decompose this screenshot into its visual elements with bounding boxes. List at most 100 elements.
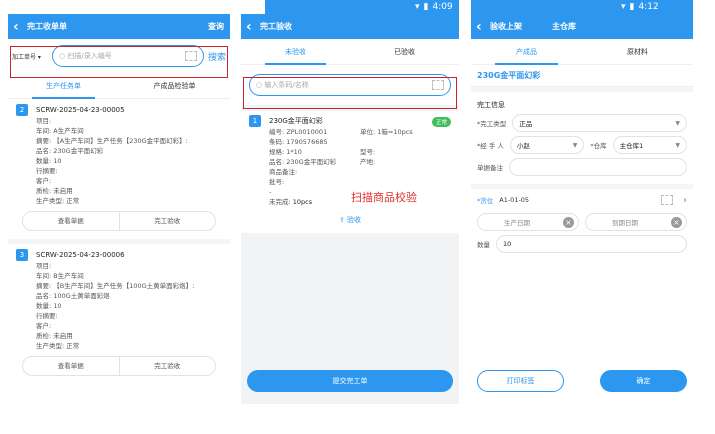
handler-select[interactable]: 小赵 ▼ — [509, 136, 585, 154]
completion-accept-button[interactable]: 完工验收 — [118, 357, 216, 375]
chevron-down-icon: ▼ — [572, 141, 578, 149]
annotation-text: 扫描商品校验 — [351, 191, 417, 204]
line-qty: 数量: 10 — [36, 302, 62, 310]
clear-icon[interactable]: × — [671, 216, 682, 228]
list-item[interactable]: 3 SCRW-2025-04-23-00006 项目: 车间: B生产车间 摘要… — [8, 244, 230, 376]
unfinished-value: 10pcs — [292, 198, 313, 206]
confirm-button[interactable]: 确定 — [600, 370, 687, 392]
card-actions: 查看单据 完工验收 — [22, 356, 216, 376]
view-order-button[interactable]: 查看单据 — [23, 357, 119, 375]
field-label: *经 手 人 — [477, 142, 504, 150]
receive-link[interactable]: ⇪ 验收 — [241, 215, 459, 225]
tab-bar: 未验收 已验收 — [241, 39, 459, 65]
footer-actions: 打印标签 确定 — [477, 370, 687, 392]
unfinished-label: 未完成: — [269, 198, 291, 206]
item-pname: 品名: 230G金平面幻彩 — [269, 158, 337, 166]
row-spec-model: 规格: 1*10 型号: — [249, 147, 451, 157]
panel-receive-shelve: ▾ ▮ 4:12 ‹ 验收上架 主仓库 产成品 原材料 230G金平面幻彩 完工… — [471, 0, 693, 404]
line-project: 项目: — [36, 262, 52, 270]
completion-type-select[interactable]: 正品 ▼ — [512, 114, 687, 132]
warehouse-name: 主仓库 — [552, 22, 576, 31]
wifi-icon: ▾ — [415, 2, 420, 12]
clear-icon[interactable]: × — [563, 216, 574, 228]
date-placeholder: 到期日期 — [612, 219, 638, 227]
print-label-button[interactable]: 打印标签 — [477, 370, 564, 392]
chevron-down-icon: ▼ — [675, 119, 680, 127]
list-item[interactable]: 1 230G金平面幻彩 正常 编号: ZPL0010001 单位: 1箱=10p… — [241, 111, 459, 233]
field-handler-store: *经 手 人 小赵 ▼ *仓库 主仓库1 ▼ — [471, 134, 693, 156]
completion-accept-button[interactable]: 完工验收 — [118, 212, 216, 230]
status-time: 4:12 — [638, 2, 659, 12]
expiry-date-input[interactable]: 到期日期 × — [585, 213, 687, 231]
panel-completion-order: ‹ 完工收单单 查询 加工单号 ▾ ○ 扫描/录入编号 搜索 生产任务单 产成品… — [8, 14, 230, 404]
section-heading: 完工信息 — [477, 101, 505, 109]
back-arrow-icon[interactable]: ‹ — [246, 19, 258, 35]
item-index-badge: 1 — [249, 115, 261, 127]
item-index-badge: 3 — [16, 249, 28, 261]
tab-finished-goods[interactable]: 产成品 — [471, 39, 582, 65]
line-production-type: 生产类型: 正常 — [36, 197, 80, 205]
header-bar: ‹ 验收上架 主仓库 — [471, 14, 693, 39]
product-title: 230G金平面幻彩 — [471, 65, 693, 87]
select-value: 正品 — [519, 120, 533, 128]
view-order-button[interactable]: 查看单据 — [23, 212, 119, 230]
item-card: 1 230G金平面幻彩 正常 编号: ZPL0010001 单位: 1箱=10p… — [241, 115, 459, 207]
field-label: 单据备注 — [477, 164, 503, 172]
back-arrow-icon[interactable]: ‹ — [13, 19, 25, 35]
chevron-right-icon[interactable]: › — [683, 195, 687, 206]
row-name-origin: 品名: 230G金平面幻彩 产地: — [249, 157, 451, 167]
highlight-box — [243, 77, 457, 109]
line-row-summary: 行摘要: — [36, 312, 58, 320]
line-qc: 质检: 未启用 — [36, 332, 73, 340]
submit-completion-button[interactable]: 提交完工单 — [247, 370, 453, 392]
item-origin: 产地: — [360, 158, 376, 166]
select-value: 小赵 — [516, 142, 530, 150]
tab-checked[interactable]: 已验收 — [350, 39, 459, 65]
chevron-down-icon: ▼ — [675, 141, 681, 149]
line-qc: 质检: 未启用 — [36, 187, 73, 195]
item-model: 型号: — [360, 148, 376, 156]
query-button[interactable]: 查询 — [208, 21, 224, 32]
line-product: 品名: 230G金平面幻彩 — [36, 147, 104, 155]
order-code: SCRW-2025-04-23-00006 — [36, 251, 125, 259]
line-row-summary: 行摘要: — [36, 167, 58, 175]
line-project: 项目: — [36, 117, 52, 125]
line-production-type: 生产类型: 正常 — [36, 342, 80, 350]
status-badge: 正常 — [431, 117, 451, 127]
tab-raw-materials[interactable]: 原材料 — [582, 39, 693, 65]
field-label: *货位 — [477, 197, 494, 205]
location-value: A1-01-05 — [499, 196, 530, 204]
item-barcode: 条码: 1790576685 — [269, 138, 328, 146]
tab-unchecked[interactable]: 未验收 — [241, 39, 350, 65]
line-customer: 客户: — [36, 177, 52, 185]
tab-inspection-order[interactable]: 产成品检验单 — [119, 73, 230, 99]
card-actions: 查看单据 完工验收 — [22, 211, 216, 231]
date-placeholder: 生产日期 — [504, 219, 530, 227]
status-time: 4:09 — [432, 2, 453, 12]
field-quantity: 数量 10 — [471, 233, 693, 255]
field-completion-type: *完工类型 正品 ▼ — [471, 112, 693, 134]
field-location: *货位 A1-01-05 › — [471, 189, 693, 211]
quantity-input[interactable]: 10 — [496, 235, 687, 253]
page-title: 完工验收 — [260, 22, 292, 31]
production-date-input[interactable]: 生产日期 × — [477, 213, 579, 231]
battery-icon: ▮ — [629, 2, 635, 12]
wifi-icon: ▾ — [621, 2, 626, 12]
page-title: 完工收单单 — [27, 22, 67, 31]
field-label: *完工类型 — [477, 120, 507, 128]
line-workshop: 车间: B生产车间 — [36, 272, 84, 280]
tab-production-task[interactable]: 生产任务单 — [8, 73, 119, 99]
field-label: *仓库 — [590, 142, 607, 150]
warehouse-select[interactable]: 主仓库1 ▼ — [612, 136, 688, 154]
scan-icon[interactable] — [661, 195, 673, 205]
line-summary: 摘要: 【B生产车间】生产任务【100G土黄单面彩烙】: — [36, 282, 195, 290]
list-item[interactable]: 2 SCRW-2025-04-23-00005 项目: 车间: A生产车间 摘要… — [8, 99, 230, 231]
remark-input[interactable] — [509, 158, 687, 176]
upload-icon: ⇪ — [338, 216, 348, 224]
select-value: 主仓库1 — [619, 142, 644, 150]
tab-bar: 产成品 原材料 — [471, 39, 693, 65]
field-dates: 生产日期 × 到期日期 × — [471, 211, 693, 233]
item-batch: 批号: — [269, 178, 285, 186]
header-bar: ‹ 完工验收 — [241, 14, 459, 39]
back-arrow-icon[interactable]: ‹ — [476, 19, 488, 35]
